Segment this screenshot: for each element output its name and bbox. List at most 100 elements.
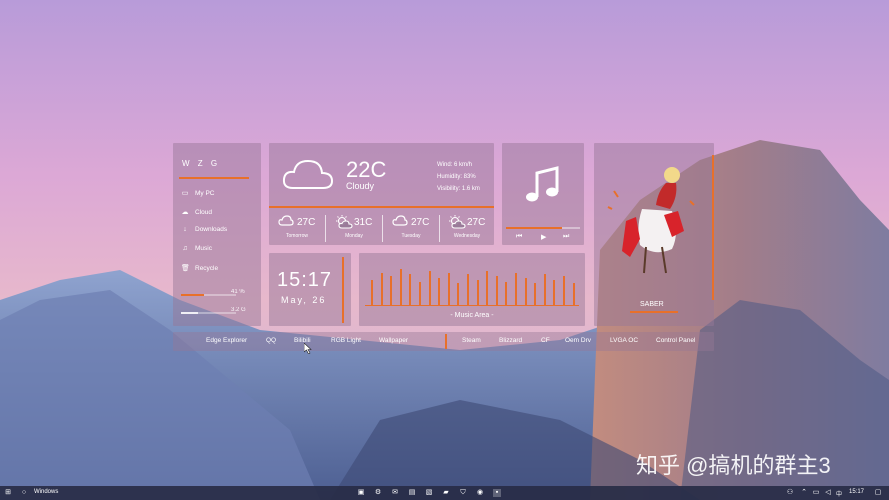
forecast-day-label: Tuesday [401,233,421,239]
volume-icon[interactable]: ◁ [824,489,832,497]
dock-item-oem-drv[interactable]: Oem Drv [565,337,591,344]
visualizer-bar [419,281,421,305]
dock-item-qq[interactable]: QQ [266,337,276,344]
forecast-temp: 27C [467,217,486,228]
dock-separator [445,334,447,349]
clock-time: 15:17 [277,269,333,291]
user-name: W Z G [182,159,221,168]
visualizer-bar [390,276,393,305]
visibility-readout: Visibility: 1.6 km [437,186,480,192]
visualizer-bar [438,278,441,305]
music-visualizer-panel: - Music Area - [359,253,585,326]
cpu-usage-fill [181,294,204,296]
sidebar-divider [179,177,249,179]
sidebar-item-recycle[interactable]: 🗑 Recycle [181,264,219,273]
weather-condition: Cloudy [346,181,375,191]
download-icon: ↓ [183,226,187,233]
dock-item-control-panel[interactable]: Control Panel [656,337,695,344]
cpu-usage-value: 41 % [231,289,245,295]
visualizer-bar [457,283,460,305]
dock-item-rgb-light[interactable]: RGB Light [331,337,361,344]
music-note-icon: ♫ [182,245,188,252]
visualizer-bar [380,272,383,305]
cloud-icon [278,215,294,226]
character-illustration [607,167,695,274]
sidebar-item-cloud[interactable]: ☁ Cloud [181,208,212,217]
weather-panel: 22C Cloudy Wind: 6 km/h Humidity: 83% Vi… [269,143,494,245]
visualizer-baseline [365,305,579,306]
clock-date: May, 26 [281,295,327,305]
forecast-day-label: Monday [345,233,363,239]
music-progress-bar[interactable] [506,227,580,229]
character-accent-line [712,155,714,300]
notification-icon[interactable]: ▢ [874,489,882,497]
current-temperature: 22C [346,157,387,182]
window-icon[interactable]: ▤ [408,489,416,497]
dock-item-cf[interactable]: CF [541,337,550,344]
dock-item-steam[interactable]: Steam [462,337,481,344]
gear-icon[interactable]: ⚙ [374,489,382,497]
dock-item-edge-explorer[interactable]: Edge Explorer [206,337,247,344]
network-icon[interactable]: ▭ [812,489,820,497]
launcher-dock: Edge Explorer QQ Bilibili RGB Light Wall… [173,332,714,351]
visualizer-bar [428,270,431,305]
music-note-icon[interactable] [524,165,562,205]
input-language[interactable]: 中 [836,489,842,498]
visualizer-bar [505,281,508,305]
clock-accent-line [342,257,344,323]
shield-icon[interactable]: ⛉ [459,489,467,497]
dock-item-blizzard[interactable]: Blizzard [499,337,522,344]
people-icon[interactable]: ⚇ [786,489,794,497]
forecast-day: 27C Wednesday [439,213,495,243]
visualizer-label: - Music Area - [450,312,494,319]
sidebar-item-my-pc[interactable]: ▭ My PC [181,189,215,198]
cloud-icon: ☁ [181,209,189,216]
music-player-panel: ⏮ ▶ ⏭ [502,143,584,245]
forecast-day: 27C Tuesday [383,213,439,243]
memory-usage-bar [181,312,236,314]
sidebar-panel: W Z G ▭ My PC ☁ Cloud ↓ Downloads ♫ Musi… [173,143,261,326]
taskbar: ⊞ ○ Windows ▣ ⚙ ✉ ▤ ▧ ▰ ⛉ ◉ ▪ ⚇ ⌃ ▭ ◁ 中 … [0,486,889,500]
cloud-icon [282,159,334,189]
desktop-wallpaper [0,0,889,500]
forecast-day-label: Wednesday [453,233,481,239]
search-icon[interactable]: ○ [20,489,28,497]
humidity-readout: Humidity: 83% [437,174,476,180]
sun-cloud-icon [336,215,353,229]
taskbar-start-label[interactable]: Windows [34,489,58,495]
visualizer-bar [572,283,575,305]
watermark: 知乎 @搞机的群主3 [636,453,831,478]
visualizer-bar [543,274,546,305]
sidebar-item-downloads[interactable]: ↓ Downloads [181,226,227,233]
taskbar-clock[interactable]: 15:17 [849,489,864,495]
visualizer-bar [467,274,469,305]
dock-item-lvga-oc[interactable]: LVGA OC [610,337,638,344]
visualizer-bar [399,269,402,305]
active-window-icon[interactable]: ▪ [493,489,501,497]
character-name-underline [630,311,678,313]
chevron-up-icon[interactable]: ⌃ [800,489,808,497]
forecast-temp: 27C [297,217,316,228]
previous-track-button[interactable]: ⏮ [516,233,522,241]
sidebar-item-music[interactable]: ♫ Music [181,245,212,252]
next-track-button[interactable]: ⏭ [563,233,569,241]
mouse-cursor [304,343,312,354]
visualizer-bar [524,278,527,305]
browser-icon[interactable]: ◉ [476,489,484,497]
image-icon[interactable]: ▧ [425,489,433,497]
sun-cloud-icon [449,215,466,229]
play-button[interactable]: ▶ [541,233,546,241]
app-icon[interactable]: ▣ [357,489,365,497]
folder-icon[interactable]: ▰ [442,489,450,497]
sidebar-item-label: Music [195,245,212,252]
sidebar-item-label: Recycle [195,264,219,272]
mail-icon[interactable]: ✉ [391,489,399,497]
character-panel: SABER [594,143,714,326]
windows-start-icon[interactable]: ⊞ [4,489,12,497]
visualizer-bar [515,272,517,305]
visualizer-bar [534,283,537,305]
cloud-icon [392,215,408,226]
wind-readout: Wind: 6 km/h [437,162,473,168]
recycle-bin-icon: 🗑 [181,265,190,272]
dock-item-wallpaper[interactable]: Wallpaper [379,337,408,344]
